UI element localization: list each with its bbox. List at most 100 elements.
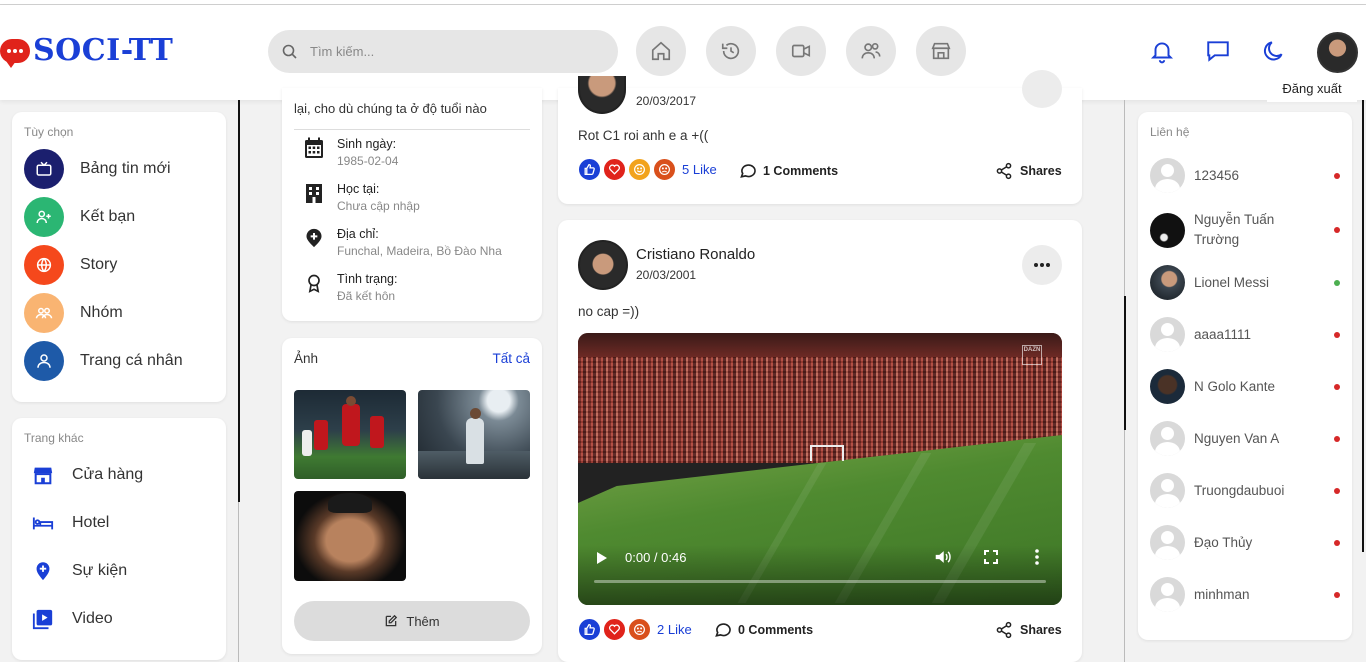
other-item-store[interactable]: Cửa hàng	[32, 464, 143, 486]
home-icon	[651, 41, 671, 61]
map-pin-plus-icon	[306, 228, 322, 248]
share-button[interactable]: Shares	[994, 621, 1062, 639]
info-value: Đã kết hôn	[337, 289, 396, 303]
user-icon	[24, 341, 64, 381]
search-icon	[282, 44, 297, 59]
volume-icon[interactable]	[934, 549, 952, 565]
menu-item-story[interactable]: Story	[24, 245, 117, 285]
status-dot	[1334, 331, 1340, 338]
contact-item[interactable]: N Golo Kante	[1150, 369, 1340, 404]
post-card: 20/03/2017 Rot C1 roi anh e a +(( 5 Like…	[558, 70, 1082, 204]
more-dots-icon	[1034, 263, 1050, 267]
status-dot	[1334, 172, 1340, 179]
share-button[interactable]: Shares	[994, 162, 1062, 180]
photo-thumbnail[interactable]	[294, 491, 406, 581]
post-author-avatar[interactable]	[578, 76, 626, 114]
post-options-button[interactable]	[1022, 245, 1062, 285]
contact-item[interactable]: aaaa1111	[1150, 317, 1340, 352]
logout-tooltip[interactable]: Đăng xuất	[1267, 74, 1357, 102]
divider	[294, 129, 530, 130]
post-author-avatar[interactable]	[578, 240, 628, 290]
menu-item-label: Bảng tin mới	[80, 160, 171, 177]
moon-icon[interactable]	[1261, 38, 1287, 64]
history-icon	[721, 42, 740, 60]
other-item-video[interactable]: Video	[32, 608, 113, 630]
status-dot	[1334, 487, 1340, 494]
info-label: Tình trạng:	[337, 272, 398, 286]
photo-thumbnail[interactable]	[418, 390, 530, 479]
contact-name: N Golo Kante	[1194, 378, 1276, 394]
like-count[interactable]: 5 Like	[682, 162, 717, 177]
column-divider	[1124, 100, 1125, 296]
globe-icon	[24, 245, 64, 285]
fullscreen-icon[interactable]	[984, 550, 998, 564]
status-dot	[1334, 539, 1340, 546]
contact-item[interactable]: Nguyen Van A	[1150, 421, 1340, 456]
info-value: Chưa cập nhập	[337, 199, 420, 213]
menu-item-newsfeed[interactable]: Bảng tin mới	[24, 149, 171, 189]
contact-item[interactable]: 123456	[1150, 158, 1340, 193]
column-divider	[238, 100, 240, 502]
info-label: Sinh ngày:	[337, 137, 397, 151]
contacts-card: Liên hệ 123456 Nguyễn Tuấn Trường Lionel…	[1138, 112, 1352, 640]
friends-icon	[861, 43, 881, 59]
contact-name: 123456	[1194, 167, 1240, 183]
user-avatar[interactable]	[1317, 32, 1358, 73]
menu-item-groups[interactable]: Nhóm	[24, 293, 123, 333]
message-icon[interactable]	[1205, 38, 1231, 64]
other-item-hotel[interactable]: Hotel	[32, 512, 109, 534]
info-value: Funchal, Madeira, Bồ Đào Nha	[337, 244, 502, 258]
comment-icon	[715, 623, 731, 637]
store-icon	[33, 467, 53, 485]
store-icon	[931, 42, 951, 60]
other-item-events[interactable]: Sự kiện	[32, 560, 127, 582]
video-progress-bar[interactable]	[594, 580, 1046, 583]
menu-item-profile[interactable]: Trang cá nhân	[24, 341, 183, 381]
info-label: Học tại:	[337, 182, 380, 196]
contact-item[interactable]: Truongdaubuoi	[1150, 473, 1340, 508]
video-play-icon	[32, 609, 53, 630]
building-icon	[306, 184, 322, 203]
comments-button[interactable]: 1 Comments	[738, 162, 838, 180]
info-label: Địa chỉ:	[337, 227, 379, 241]
comments-button[interactable]: 0 Comments	[713, 621, 813, 639]
add-photo-button[interactable]: Thêm	[294, 601, 530, 641]
post-reactions[interactable]: 5 Like	[578, 158, 717, 181]
contact-item[interactable]: Lionel Messi	[1150, 265, 1340, 300]
post-options-button[interactable]	[1022, 70, 1062, 108]
scrollbar-edge[interactable]	[1362, 100, 1364, 552]
contact-item[interactable]: Đạo Thủy	[1150, 525, 1340, 560]
other-pages-title: Trang khác	[24, 431, 84, 445]
nav-marketplace-button[interactable]	[916, 26, 966, 76]
contact-item[interactable]: minhman	[1150, 577, 1340, 612]
other-item-label: Video	[72, 610, 113, 627]
post-reactions[interactable]: 2 Like	[578, 618, 692, 641]
search-box[interactable]	[268, 30, 618, 73]
menu-item-add-friend[interactable]: Kết bạn	[24, 197, 135, 237]
heart-icon	[603, 158, 626, 181]
other-item-label: Sự kiện	[72, 562, 128, 579]
more-vertical-icon[interactable]	[1035, 549, 1039, 565]
options-menu-title: Tùy chọn	[24, 125, 74, 139]
status-dot	[1334, 383, 1340, 390]
nav-home-button[interactable]	[636, 26, 686, 76]
contact-item[interactable]: Nguyễn Tuấn Trường	[1150, 210, 1340, 250]
options-menu-card: Tùy chọn Bảng tin mới Kết bạn Story Nhóm…	[12, 112, 226, 402]
bell-icon[interactable]	[1149, 38, 1175, 64]
menu-item-label: Kết bạn	[80, 208, 136, 225]
map-pin-icon	[36, 562, 50, 581]
photos-see-all-link[interactable]: Tất cả	[492, 351, 530, 366]
search-input[interactable]	[310, 44, 590, 59]
like-count[interactable]: 2 Like	[657, 622, 692, 637]
chat-bubble-logo-icon	[0, 38, 30, 68]
post-author-name[interactable]: Cristiano Ronaldo	[636, 246, 755, 263]
video-camera-icon	[791, 44, 811, 58]
contact-name: Nguyễn Tuấn Trường	[1194, 212, 1275, 247]
nav-video-button[interactable]	[776, 26, 826, 76]
app-logo[interactable]: SOCI-TT	[0, 33, 173, 68]
play-icon[interactable]	[596, 551, 608, 565]
nav-history-button[interactable]	[706, 26, 756, 76]
nav-friends-button[interactable]	[846, 26, 896, 76]
photo-thumbnail[interactable]	[294, 390, 406, 479]
post-video-player[interactable]: DAZN 0:00 / 0:46	[578, 333, 1062, 605]
